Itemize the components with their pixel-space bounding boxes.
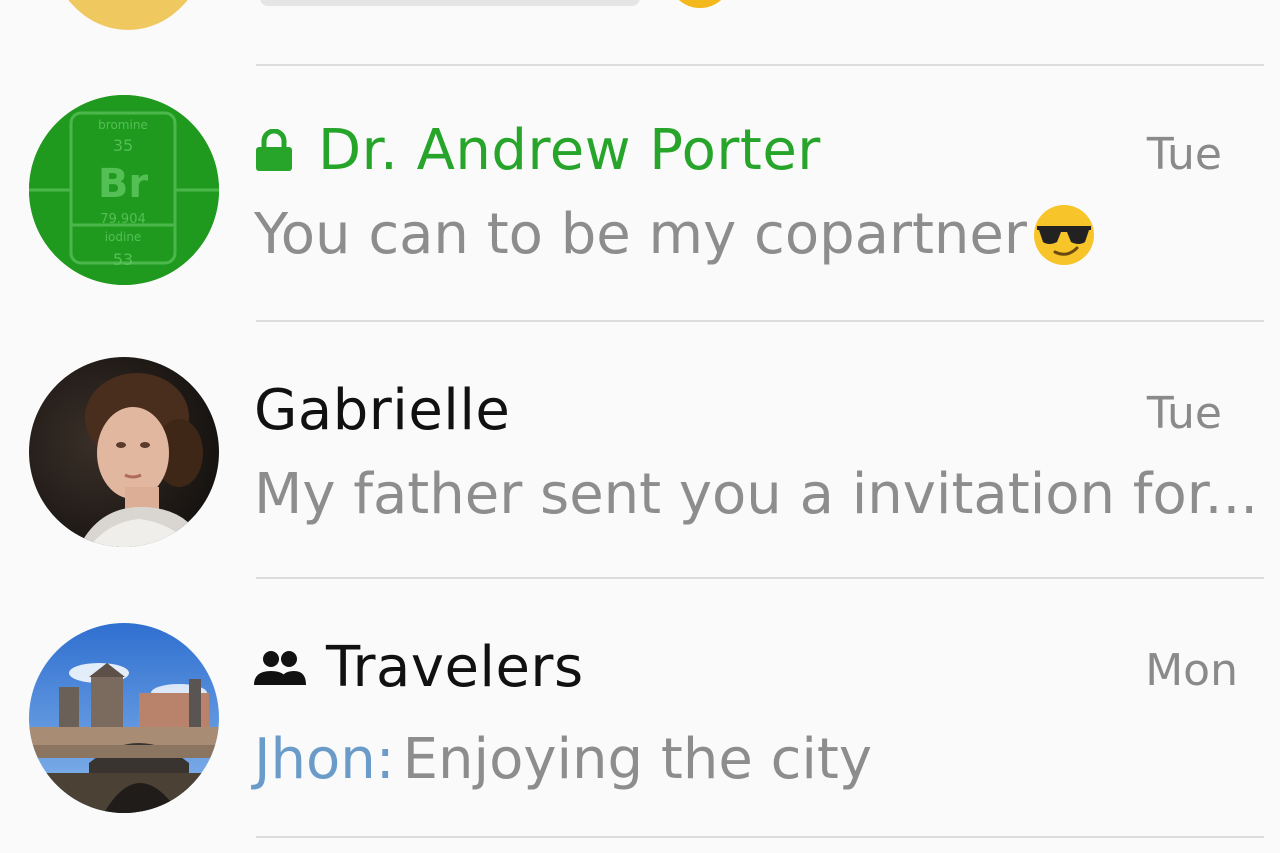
sunglasses-emoji bbox=[1033, 204, 1094, 265]
svg-text:79.904: 79.904 bbox=[100, 212, 146, 227]
svg-text:bromine: bromine bbox=[98, 118, 148, 132]
chat-preview: My father sent you a invitation for... bbox=[254, 462, 1258, 527]
avatar bbox=[29, 623, 219, 813]
chat-name: Dr. Andrew Porter bbox=[318, 118, 821, 183]
chat-row[interactable]: Travelers Mon Jhon: Enjoying the city bbox=[0, 579, 1280, 835]
chat-row[interactable]: bromine 35 Br 79.904 iodine 53 Dr. Andre… bbox=[0, 66, 1280, 322]
chat-row-partial[interactable] bbox=[0, 0, 1280, 64]
title-line: Dr. Andrew Porter bbox=[254, 118, 821, 183]
lock-icon bbox=[256, 128, 292, 171]
group-icon bbox=[254, 650, 306, 685]
chat-name: Travelers bbox=[326, 635, 584, 700]
chat-preview: Jhon: Enjoying the city bbox=[254, 727, 872, 792]
chat-time: Mon bbox=[1145, 645, 1238, 696]
svg-text:iodine: iodine bbox=[105, 230, 142, 244]
chat-time: Tue bbox=[1146, 388, 1222, 439]
title-line: Travelers bbox=[254, 635, 584, 700]
svg-text:53: 53 bbox=[113, 250, 133, 269]
bridge-city-avatar-image bbox=[29, 623, 219, 813]
avatar-partial bbox=[48, 0, 208, 30]
chat-preview: You can to be my copartner bbox=[254, 202, 1095, 267]
svg-text:Br: Br bbox=[98, 161, 148, 207]
divider bbox=[256, 836, 1264, 838]
avatar bbox=[29, 357, 219, 547]
chat-message: My father sent you a invitation for... bbox=[254, 462, 1259, 527]
chat-name: Gabrielle bbox=[254, 378, 511, 443]
chat-message: Enjoying the city bbox=[402, 727, 873, 792]
chat-row[interactable]: Gabrielle Tue My father sent you a invit… bbox=[0, 322, 1280, 578]
avatar: bromine 35 Br 79.904 iodine 53 bbox=[29, 95, 219, 285]
portrait-avatar-image bbox=[29, 357, 219, 547]
chat-message: You can to be my copartner bbox=[254, 202, 1027, 267]
preview-partial bbox=[260, 0, 640, 6]
title-line: Gabrielle bbox=[254, 378, 510, 443]
chat-time: Tue bbox=[1146, 129, 1222, 180]
emoji-partial bbox=[668, 0, 732, 8]
chat-list: bromine 35 Br 79.904 iodine 53 Dr. Andre… bbox=[0, 0, 1280, 853]
svg-text:35: 35 bbox=[113, 136, 133, 155]
chat-sender: Jhon: bbox=[254, 727, 395, 792]
periodic-table-avatar-image: bromine 35 Br 79.904 iodine 53 bbox=[29, 95, 219, 285]
